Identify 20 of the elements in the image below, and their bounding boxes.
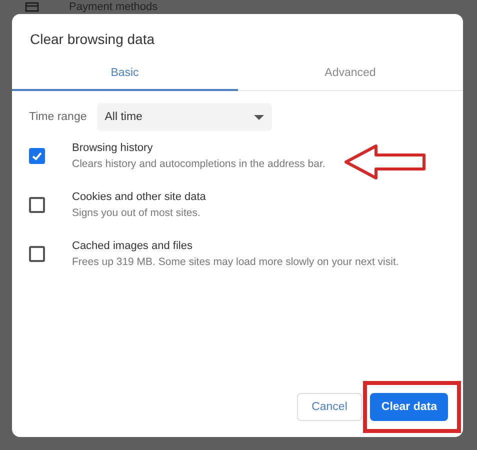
checkmark-icon (31, 150, 43, 162)
option-description: Frees up 319 MB. Some sites may load more slowly on your next visit. (72, 256, 399, 268)
time-range-label: Time range (29, 111, 87, 123)
option-title: Browsing history (72, 142, 154, 154)
dialog-title: Clear browsing data (29, 30, 156, 47)
card-icon (25, 2, 39, 12)
option-title: Cookies and other site data (72, 190, 206, 202)
tab[interactable]: Basic (12, 61, 238, 91)
option-title: Cached images and files (72, 240, 194, 252)
tab[interactable]: Advanced (238, 61, 463, 91)
cancel-button[interactable]: Cancel (296, 393, 362, 421)
checkbox[interactable] (29, 196, 45, 212)
settings-row-label: Payment methods (69, 1, 158, 13)
checkbox[interactable] (29, 148, 45, 164)
dropdown-caret-icon (254, 114, 264, 120)
checkbox[interactable] (29, 246, 45, 262)
time-range-dropdown[interactable]: All time (96, 103, 272, 131)
option-description: Clears history and autocompletions in the address bar. (72, 158, 326, 170)
option-description: Signs you out of most sites. (72, 206, 202, 218)
clear-data-button[interactable]: Clear data (370, 393, 448, 421)
